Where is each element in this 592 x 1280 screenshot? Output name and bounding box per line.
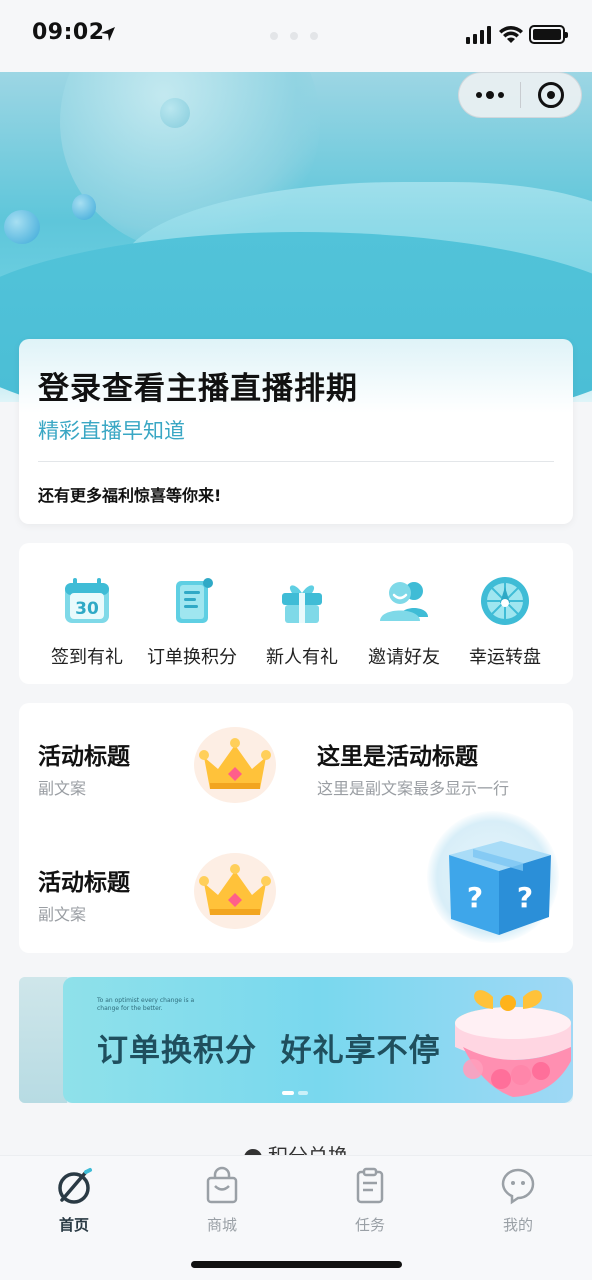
tab-tasks[interactable]: 任务 xyxy=(320,1166,420,1235)
activities-card: 活动标题 副文案 这里是活动标题 这里是副文案最多显示一行 活动标题 副文案 ?… xyxy=(19,703,573,953)
scroll-order-icon xyxy=(176,578,213,623)
gift-box-icon xyxy=(455,990,571,1097)
tab-label: 我的 xyxy=(502,1216,533,1234)
banner-indicator xyxy=(282,1091,308,1095)
promo-banner[interactable]: To an optimist every change is a change … xyxy=(19,977,573,1103)
activity-subtitle: 这里是副文案最多显示一行 xyxy=(317,779,510,798)
divider xyxy=(38,461,554,462)
login-subtitle: 精彩直播早知道 xyxy=(38,419,185,443)
svg-text:?: ? xyxy=(517,881,533,914)
signal-icon xyxy=(466,26,491,44)
page-indicator-dots xyxy=(270,32,318,40)
quick-action-label: 邀请好友 xyxy=(368,647,440,668)
quick-action-invite-friends[interactable]: 邀请好友 xyxy=(349,573,459,669)
quick-action-label: 新人有礼 xyxy=(266,647,338,668)
wifi-icon xyxy=(499,26,523,43)
status-bar: 09:02 xyxy=(0,0,592,72)
banner-slide[interactable]: To an optimist every change is a change … xyxy=(63,977,573,1103)
quick-action-label: 订单换积分 xyxy=(147,647,237,668)
clipboard-icon xyxy=(356,1167,384,1204)
tab-home[interactable]: 首页 xyxy=(24,1166,124,1235)
quick-action-label: 签到有礼 xyxy=(51,647,123,668)
tab-label: 首页 xyxy=(58,1216,89,1234)
quick-action-new-user-gift[interactable]: 新人有礼 xyxy=(247,573,357,669)
tab-mine[interactable]: 我的 xyxy=(468,1166,568,1235)
battery-icon xyxy=(529,25,568,44)
status-time: 09:02 xyxy=(32,20,105,45)
svg-text:?: ? xyxy=(467,881,483,914)
crown-icon xyxy=(194,727,276,803)
banner-prev-peek xyxy=(19,977,67,1103)
quick-action-checkin[interactable]: 30 签到有礼 xyxy=(32,573,142,669)
quick-action-order-points[interactable]: 订单换积分 xyxy=(137,573,247,669)
location-arrow-icon xyxy=(101,27,115,41)
friends-icon xyxy=(380,582,428,621)
activity-subtitle: 副文案 xyxy=(38,779,87,798)
more-dots-icon[interactable] xyxy=(459,72,520,118)
home-indicator xyxy=(191,1261,402,1268)
tab-label: 商城 xyxy=(206,1216,237,1234)
target-circle-icon[interactable] xyxy=(521,72,581,118)
quick-actions-card: 30 签到有礼 订单换积分 新人有礼 邀请好友 幸运转盘 xyxy=(19,543,573,684)
quick-action-lucky-wheel[interactable]: 幸运转盘 xyxy=(450,573,560,669)
gift-icon xyxy=(282,585,322,623)
activity-title: 这里是活动标题 xyxy=(317,744,478,770)
calendar-icon: 30 xyxy=(65,578,109,623)
tab-mall[interactable]: 商城 xyxy=(172,1166,272,1235)
activity-subtitle: 副文案 xyxy=(38,905,87,924)
banner-headline: 订单换积分 好礼享不停 xyxy=(97,1033,441,1069)
shopping-bag-icon xyxy=(206,1166,238,1204)
chat-face-icon xyxy=(501,1168,535,1205)
activity-title: 活动标题 xyxy=(38,744,130,770)
login-card[interactable]: 登录查看主播直播排期 精彩直播早知道 还有更多福利惊喜等你来! xyxy=(19,339,573,524)
login-note: 还有更多福利惊喜等你来! xyxy=(38,486,222,505)
miniprogram-capsule xyxy=(458,72,582,118)
svg-text:30: 30 xyxy=(75,599,99,619)
crown-icon xyxy=(194,853,276,929)
home-logo-icon xyxy=(58,1168,92,1204)
login-title: 登录查看主播直播排期 xyxy=(38,371,358,407)
lucky-wheel-icon xyxy=(481,577,529,625)
quick-action-label: 幸运转盘 xyxy=(469,647,541,668)
activity-title: 活动标题 xyxy=(38,870,130,896)
banner-tagline: To an optimist every change is a change … xyxy=(97,997,195,1012)
tab-label: 任务 xyxy=(354,1216,385,1234)
mystery-box-icon[interactable]: ? ? xyxy=(427,811,559,943)
